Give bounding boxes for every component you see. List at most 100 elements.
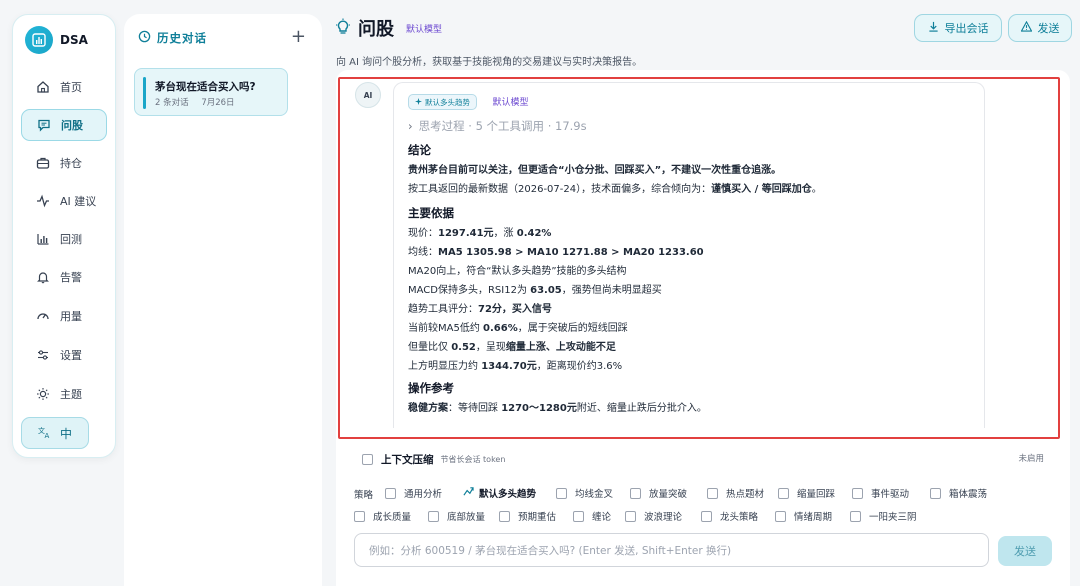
basis-score: 趋势工具评分：72分，买入信号 — [408, 304, 552, 315]
history-panel: 历史对话 + 茅台现在适合买入吗? 2 条对话 7月26日 — [124, 14, 322, 586]
strategy-option[interactable]: 底部放量 — [428, 508, 485, 524]
warning-icon — [1020, 20, 1032, 35]
sidebar: DSA 首页 问股 持仓 AI 建议 回测 告警 用量 设置 主题 文A 中 — [12, 14, 116, 458]
context-compression-hint: 节省长会话 token — [440, 454, 506, 464]
export-session-button[interactable]: 导出会话 — [914, 14, 1002, 42]
message-model-tag: 默认模型 — [492, 98, 529, 108]
language-label: 中 — [59, 426, 72, 441]
strategy-option[interactable]: 均线金叉 — [556, 485, 613, 501]
strategy-option[interactable]: 箱体震荡 — [930, 485, 987, 501]
page-header: 问股 默认模型 — [334, 14, 442, 42]
new-chat-button[interactable]: + — [291, 28, 306, 46]
sidebar-item-holdings[interactable]: 持仓 — [21, 147, 107, 179]
strategy-option[interactable]: 成长质量 — [354, 508, 411, 524]
sidebar-item-label: 告警 — [60, 271, 82, 284]
history-item-title: 茅台现在适合买入吗? — [155, 81, 256, 93]
strategy-option[interactable]: 事件驱动 — [852, 485, 909, 501]
ops-plan: 稳健方案：等待回踩 1270～1280元附近、缩量止跌后分批介入。 — [408, 403, 707, 414]
sidebar-item-theme[interactable]: 主题 — [21, 378, 107, 410]
sidebar-item-label: 用量 — [60, 310, 82, 323]
basis-volume: 但量比仅 0.52，呈现缩量上涨、上攻动能不足 — [408, 342, 616, 353]
question-input-placeholder: 例如：分析 600519 / 茅台现在适合买入吗? (Enter 发送, Shi… — [369, 544, 732, 557]
pulse-icon — [35, 193, 51, 209]
history-title: 历史对话 — [157, 31, 207, 45]
history-header: 历史对话 + — [138, 28, 308, 48]
thinking-toggle[interactable]: › 思考过程 · 5 个工具调用 · 17.9s — [408, 118, 970, 134]
strategy-option[interactable]: 放量突破 — [630, 485, 687, 501]
bar-chart-icon — [35, 231, 51, 247]
context-compression-checkbox[interactable] — [362, 453, 373, 465]
send-top-label: 发送 — [1037, 22, 1060, 35]
briefcase-icon — [35, 155, 51, 171]
sidebar-item-usage[interactable]: 用量 — [21, 300, 107, 332]
history-item-meta: 2 条对话 7月26日 — [155, 96, 245, 108]
history-item-date: 7月26日 — [201, 98, 235, 108]
strategy-option[interactable]: 预期重估 — [499, 508, 556, 524]
sun-icon — [35, 386, 51, 402]
model-tag[interactable]: 默认模型 — [406, 22, 442, 35]
sidebar-item-label: 回测 — [60, 233, 82, 246]
avatar: AI — [355, 82, 381, 108]
trend-up-icon — [463, 486, 474, 500]
sidebar-item-label: 问股 — [61, 119, 83, 132]
basis-ma20: MA20向上，符合“默认多头趋势”技能的多头结构 — [408, 266, 627, 277]
history-item-count: 2 条对话 — [155, 98, 189, 108]
sidebar-item-backtest[interactable]: 回测 — [21, 223, 107, 255]
chat-icon — [36, 117, 52, 133]
basis-title: 主要依据 — [408, 206, 454, 220]
strategy-option[interactable]: 龙头策略 — [701, 508, 758, 524]
download-icon — [928, 21, 939, 35]
clock-icon — [138, 30, 151, 46]
thinking-label: 思考过程 · 5 个工具调用 · 17.9s — [418, 119, 587, 133]
history-item[interactable]: 茅台现在适合买入吗? 2 条对话 7月26日 — [134, 68, 288, 116]
strategy-option[interactable]: 缠论 — [573, 508, 611, 524]
logo-icon — [25, 26, 53, 54]
export-session-label: 导出会话 — [944, 22, 989, 35]
context-compression-label: 上下文压缩 — [381, 453, 434, 466]
send-top-button[interactable]: 发送 — [1008, 14, 1072, 42]
strategy-tag: 默认多头趋势 — [408, 94, 477, 110]
page-subtitle: 向 AI 询问个股分析，获取基于技能视角的交易建议与实时决策报告。 — [336, 57, 643, 68]
sidebar-item-label: AI 建议 — [60, 195, 97, 208]
basis-ma5: 当前较MA5低约 0.66%，属于突破后的短线回踩 — [408, 323, 628, 334]
sidebar-item-ai-advice[interactable]: AI 建议 — [21, 185, 107, 217]
sidebar-item-label: 设置 — [60, 349, 82, 362]
strategy-option[interactable]: 通用分析 — [385, 485, 442, 501]
ai-message-card: 默认多头趋势 默认模型 › 思考过程 · 5 个工具调用 · 17.9s 结论 贵… — [393, 82, 985, 428]
sidebar-item-home[interactable]: 首页 — [21, 71, 107, 103]
conclusion-line-1: 贵州茅台目前可以关注，但更适合“小仓分批、回踩买入”，不建议一次性重仓追涨。 — [408, 165, 782, 176]
send-button[interactable]: 发送 — [998, 536, 1052, 566]
strategy-option[interactable]: 缩量回踩 — [778, 485, 835, 501]
conclusion-line-2: 按工具返回的最新数据（2026-07-24），技术面偏多，综合倾向为：谨慎买入 … — [408, 184, 822, 195]
strategy-option[interactable]: 热点题材 — [707, 485, 764, 501]
translate-icon: 文A — [38, 425, 52, 442]
brand[interactable]: DSA — [25, 25, 88, 55]
sparkle-icon — [415, 97, 422, 107]
page-title: 问股 — [358, 19, 394, 40]
basis-price: 现价：1297.41元，涨 0.42% — [408, 228, 552, 239]
strategy-option[interactable]: 情绪周期 — [775, 508, 832, 524]
conclusion-title: 结论 — [408, 143, 431, 157]
language-toggle-button[interactable]: 文A 中 — [21, 417, 89, 449]
strategy-tag-label: 默认多头趋势 — [425, 97, 470, 107]
basis-ma: 均线：MA5 1305.98 > MA10 1271.88 > MA20 123… — [408, 247, 704, 258]
context-compression-status: 未启用 — [1018, 454, 1044, 464]
sidebar-item-alerts[interactable]: 告警 — [21, 261, 107, 293]
chevron-right-icon: › — [408, 119, 413, 133]
strategy-option[interactable]: 波浪理论 — [625, 508, 682, 524]
home-icon — [35, 79, 51, 95]
bell-icon — [35, 269, 51, 285]
sidebar-item-ask-stock[interactable]: 问股 — [21, 109, 107, 141]
sidebar-item-settings[interactable]: 设置 — [21, 339, 107, 371]
sidebar-item-label: 主题 — [60, 388, 82, 401]
basis-resistance: 上方明显压力约 1344.70元，距离现价约3.6% — [408, 361, 623, 372]
sliders-icon — [35, 347, 51, 363]
lightbulb-icon — [334, 18, 352, 39]
ops-title: 操作参考 — [408, 381, 454, 395]
strategy-option[interactable]: 一阳夹三阴 — [850, 508, 917, 524]
sidebar-item-label: 首页 — [60, 81, 82, 94]
question-input[interactable]: 例如：分析 600519 / 茅台现在适合买入吗? (Enter 发送, Shi… — [354, 533, 989, 567]
strategy-option-selected[interactable]: 默认多头趋势 — [463, 485, 536, 501]
gauge-icon — [35, 308, 51, 324]
svg-text:A: A — [44, 432, 49, 439]
